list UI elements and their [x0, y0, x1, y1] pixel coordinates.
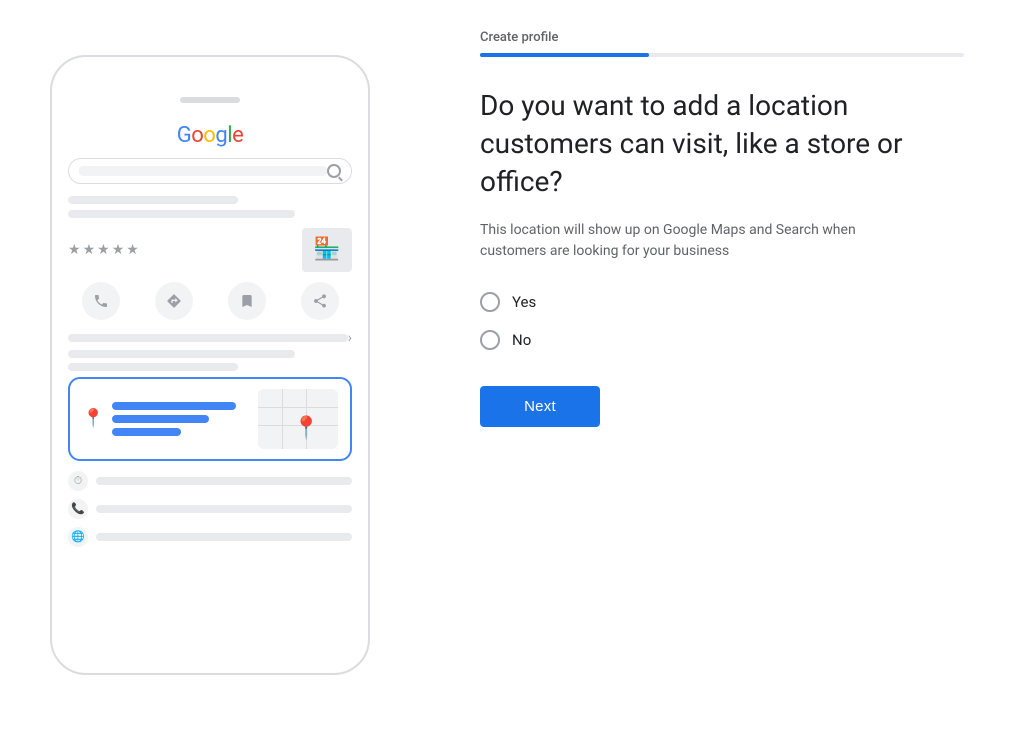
progress-section: Create profile	[480, 30, 964, 57]
left-panel: Google ★ ★ ★ ★ ★ 🏪	[0, 0, 420, 729]
radio-circle-no[interactable]	[480, 330, 500, 350]
location-pin-left-icon: 📍	[82, 408, 104, 429]
phone-bottom-item-3: 🌐	[68, 527, 352, 547]
phone-stars-row: ★ ★ ★ ★ ★ 🏪	[68, 228, 352, 272]
phone-bottom-item-1: ⏱	[68, 471, 352, 491]
radio-circle-yes[interactable]	[480, 292, 500, 312]
clock-icon: ⏱	[68, 471, 88, 491]
radio-label-yes: Yes	[512, 293, 536, 311]
chevron-icon: ›	[348, 330, 352, 346]
phone-chevron-row: ›	[68, 330, 352, 346]
progress-label: Create profile	[480, 30, 964, 45]
phone-bottom-item-2: 📞	[68, 499, 352, 519]
directions-icon	[155, 282, 193, 320]
stars: ★ ★ ★ ★ ★	[68, 242, 139, 258]
share-icon	[301, 282, 339, 320]
phone-icon: 📞	[68, 499, 88, 519]
radio-group: Yes No	[480, 292, 964, 350]
map-card-lines	[112, 402, 250, 436]
google-logo: Google	[68, 123, 352, 148]
next-button[interactable]: Next	[480, 386, 600, 427]
phone-search-bar	[68, 158, 352, 184]
radio-option-yes[interactable]: Yes	[480, 292, 964, 312]
progress-bar-background	[480, 53, 964, 57]
map-card: 📍 📍	[68, 377, 352, 461]
phone-action-buttons	[68, 282, 352, 320]
phone-speaker	[180, 97, 240, 103]
location-pin-map-icon: 📍	[293, 416, 320, 441]
globe-icon: 🌐	[68, 527, 88, 547]
phone-mockup: Google ★ ★ ★ ★ ★ 🏪	[50, 55, 370, 675]
question-title: Do you want to add a location customers …	[480, 87, 960, 200]
progress-bar-fill	[480, 53, 649, 57]
bookmark-icon	[228, 282, 266, 320]
radio-label-no: No	[512, 331, 531, 349]
right-panel: Create profile Do you want to add a loca…	[420, 0, 1024, 729]
map-thumbnail: 📍	[258, 389, 338, 449]
radio-option-no[interactable]: No	[480, 330, 964, 350]
search-icon	[327, 164, 341, 178]
store-icon: 🏪	[302, 228, 352, 272]
call-icon	[82, 282, 120, 320]
question-description: This location will show up on Google Map…	[480, 220, 900, 262]
phone-lines-top	[68, 196, 352, 218]
phone-more-lines	[68, 350, 352, 371]
